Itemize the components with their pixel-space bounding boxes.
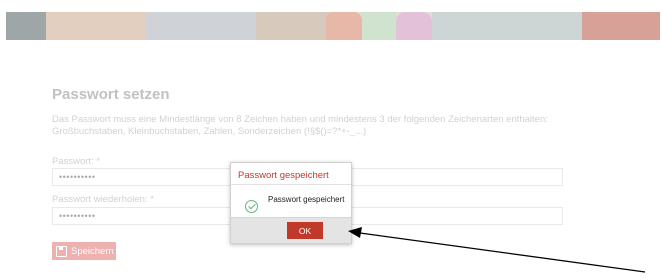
- annotation-arrow-icon: [348, 227, 646, 273]
